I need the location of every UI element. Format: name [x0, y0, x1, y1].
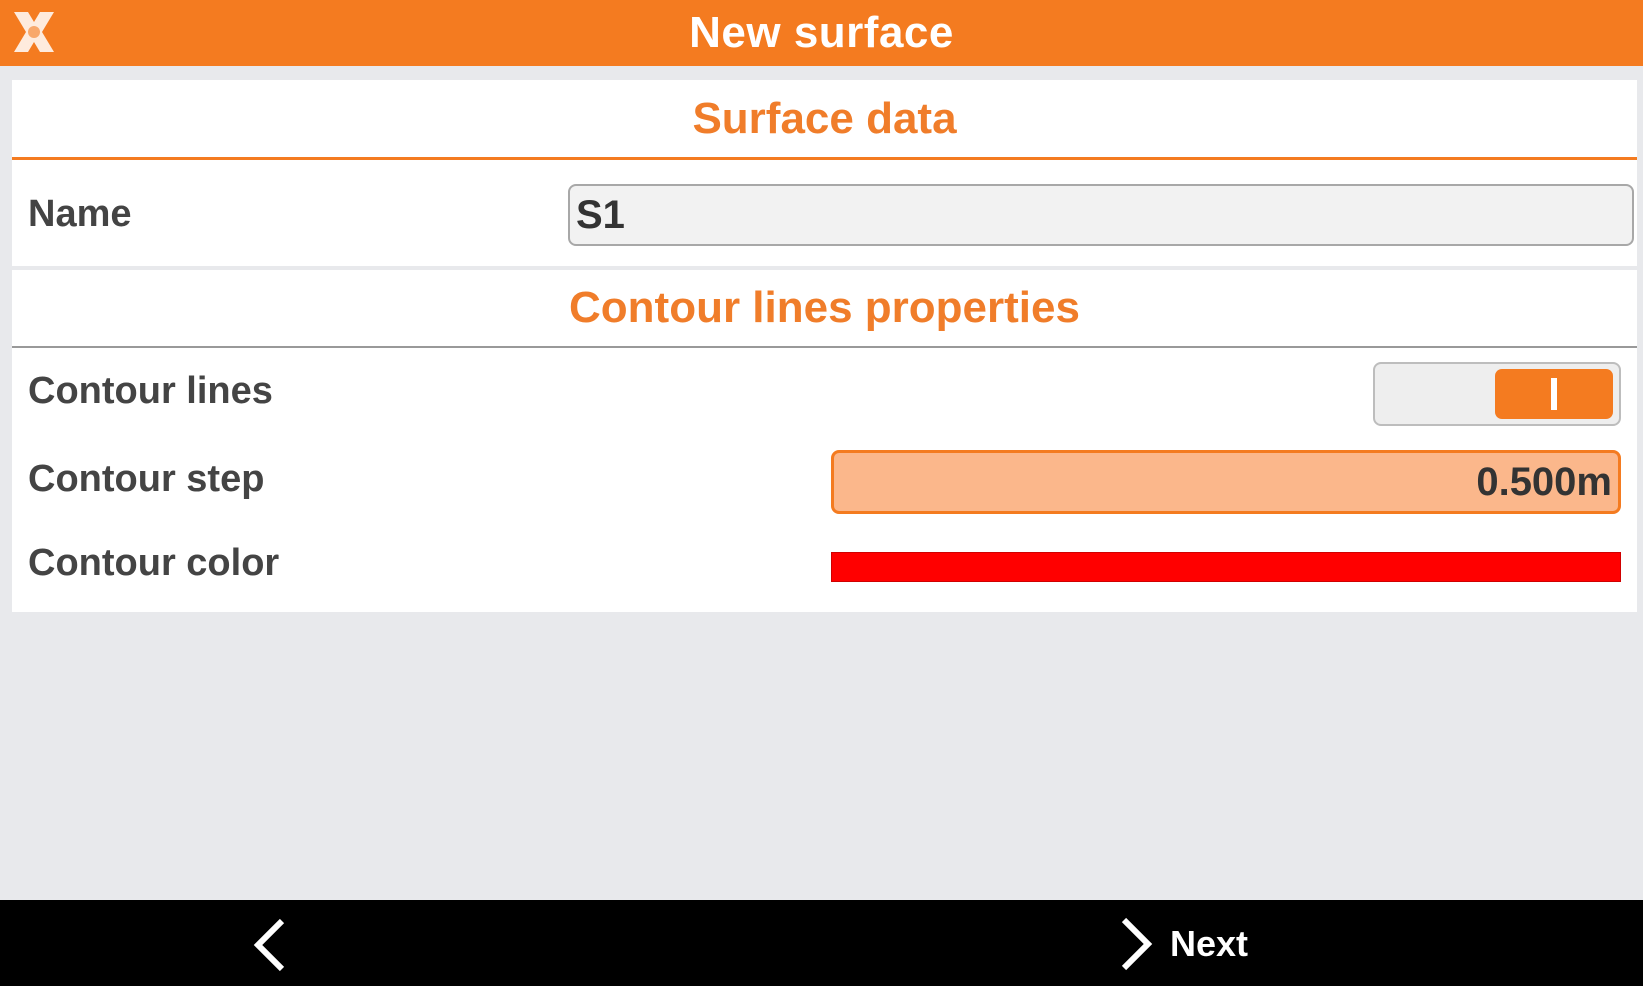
contour-color-label: Contour color — [28, 542, 280, 584]
surface-data-header: Surface data — [12, 80, 1637, 160]
chevron-right-icon — [1121, 917, 1153, 971]
surface-data-panel: Surface data Name S1 — [12, 80, 1637, 266]
chevron-left-icon — [253, 918, 285, 972]
page-title: New surface — [689, 8, 954, 57]
contour-properties-panel: Contour lines properties Contour lines C… — [12, 270, 1637, 612]
contour-color-swatch[interactable] — [831, 552, 1621, 582]
toggle-on-indicator — [1551, 378, 1557, 410]
bottom-navigation-bar: Next — [0, 900, 1643, 986]
name-input[interactable]: S1 — [568, 184, 1634, 246]
contour-step-input[interactable]: 0.500m — [831, 450, 1621, 514]
back-button[interactable] — [240, 916, 300, 974]
next-button[interactable]: Next — [1116, 914, 1248, 974]
contour-lines-label: Contour lines — [28, 370, 273, 412]
next-button-label: Next — [1170, 923, 1249, 964]
contour-properties-header: Contour lines properties — [12, 270, 1637, 348]
toggle-knob — [1495, 369, 1613, 419]
app-window: New surface Surface data Name S1 Contour… — [0, 0, 1643, 986]
contour-lines-toggle[interactable] — [1373, 362, 1621, 426]
app-logo-icon[interactable] — [10, 8, 58, 56]
title-bar: New surface — [0, 0, 1643, 66]
contour-step-label: Contour step — [28, 458, 265, 500]
name-label: Name — [28, 193, 132, 235]
